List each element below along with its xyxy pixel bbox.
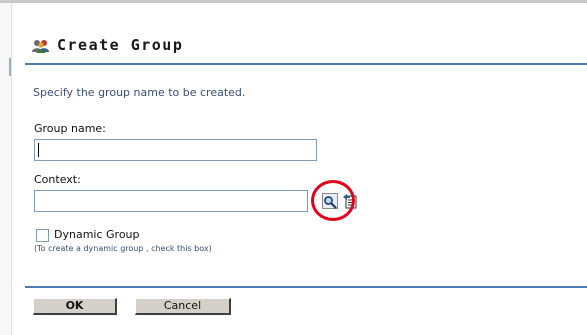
footer-divider — [25, 286, 587, 288]
group-name-label: Group name: — [34, 122, 106, 135]
instructions-text: Specify the group name to be created. — [33, 86, 246, 99]
page-title: Create Group — [57, 36, 184, 54]
dynamic-group-label[interactable]: Dynamic Group — [54, 228, 140, 241]
context-input[interactable] — [34, 190, 308, 212]
left-edge-panel — [0, 3, 12, 335]
context-browse-button[interactable] — [342, 193, 358, 209]
group-icon — [32, 38, 50, 53]
create-group-dialog: Create Group Specify the group name to b… — [0, 0, 587, 335]
edge-marker — [9, 58, 11, 76]
object-browser-icon — [343, 194, 357, 209]
dynamic-group-hint: (To create a dynamic group , check this … — [34, 244, 212, 253]
text-caret — [38, 143, 39, 157]
dynamic-group-checkbox[interactable] — [36, 229, 49, 242]
ok-button[interactable]: OK — [33, 298, 117, 315]
group-name-input[interactable] — [34, 139, 317, 161]
magnifier-icon — [324, 196, 337, 209]
context-label: Context: — [34, 173, 81, 186]
cancel-button[interactable]: Cancel — [135, 298, 231, 315]
header-divider — [25, 63, 587, 65]
context-search-button[interactable] — [322, 193, 338, 209]
title-row: Create Group — [32, 36, 183, 54]
